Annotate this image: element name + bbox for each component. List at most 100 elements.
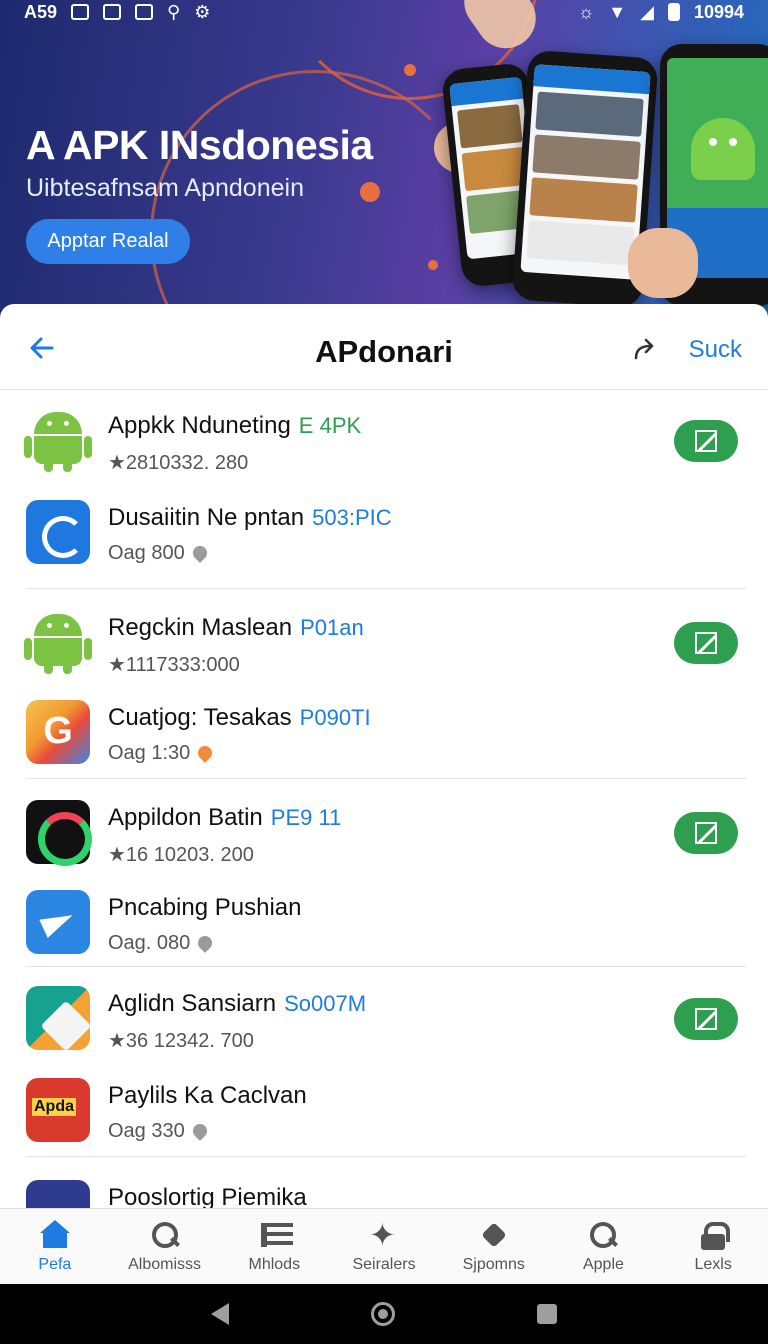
location-pin-icon [189,543,210,563]
list-divider [26,778,746,779]
nav-item-label: Sjpomns [462,1255,525,1273]
hero-title: A APK INsdonesia [26,122,373,168]
system-navigation-bar [0,1284,768,1344]
app-tag: E 4PK [298,413,362,438]
app-meta-text: Oag 800 [108,542,185,564]
app-list-item[interactable]: Appildon Batin PE9 11 ★16 10203. 200 [0,786,768,878]
ring-app-icon [26,800,92,866]
nav-item-search[interactable]: Apple [549,1209,659,1284]
app-meta-text: ★1117333:000 [108,654,240,676]
nav-item-label: Pefa [38,1255,72,1273]
topbar-action-button[interactable]: Suck [689,336,742,364]
decorative-dot [360,182,380,202]
message-icon [103,4,122,20]
hero-subtitle: Uibtesafnsam Apndonein [26,174,304,202]
app-name-text: Pncabing Pushian [108,894,302,921]
hero-banner: A59 ⚲ ⚙ ☼ ▼ ◢ 10994 A APK INsdonesia Uib… [0,0,768,330]
share-icon[interactable] [632,336,658,362]
app-name: Dusaiitin Ne pntan 503:PIC [108,504,392,532]
nav-item-bug[interactable]: Sjpomns [439,1209,549,1284]
app-list-item[interactable]: Cuatjog: Tesakas P090TI Oag 1:30 [0,686,768,778]
app-tag: So007M [284,991,367,1016]
app-list-item[interactable]: Dusaiitin Ne pntan 503:PIC Oag 800 [0,486,768,578]
app-meta-text: ★2810332. 280 [108,452,249,474]
search-icon [588,1220,618,1250]
nav-item-list[interactable]: Mhlods [219,1209,329,1284]
edit-toggle-button[interactable] [674,998,738,1040]
screen-icon [135,4,154,20]
system-recents-icon[interactable] [537,1304,557,1324]
app-list-card: APdonari Suck Appkk Nduneting E 4PK ★28103… [0,304,768,1284]
bug-icon [479,1220,509,1250]
edit-toggle-button[interactable] [674,622,738,664]
app-name-text: Regckin Maslean [108,614,293,641]
system-home-icon[interactable] [371,1302,395,1326]
nav-item-label: Seiralers [352,1255,416,1273]
nav-item-label: Apple [582,1255,624,1273]
edit-icon [695,632,717,654]
app-name-text: Appkk Nduneting [108,412,291,439]
settings-icon: ⚙ [194,1,211,22]
battery-icon [667,3,680,21]
app-name-text: Dusaiitin Ne pntan [108,504,305,531]
status-time: 10994 [693,1,744,22]
android-app-icon [24,610,92,674]
app-meta: ★2810332. 280 [108,450,248,475]
edit-toggle-button[interactable] [674,420,738,462]
app-meta-text: ★16 10203. 200 [108,844,254,866]
app-name: Pncabing Pushian [108,894,301,922]
nav-item-label: Lexls [694,1255,732,1273]
app-tag: 503:PIC [312,505,392,530]
status-text: A59 [24,1,58,22]
nav-item-star[interactable]: Seiralers [329,1209,439,1284]
app-name: Appkk Nduneting E 4PK [108,412,361,440]
app-list-item[interactable]: Regckin Maslean P01an ★1117333:000 [0,596,768,688]
lock-icon [698,1220,731,1250]
app-meta-text: Oag. 080 [108,932,191,954]
android-icon [691,118,755,180]
brightness-icon: ☼ [577,1,595,22]
app-name: Regckin Maslean P01an [108,614,364,642]
android-app-icon [24,408,92,472]
list-icon [259,1220,294,1250]
app-meta: Oag 800 [108,542,210,565]
app-meta-text: Oag 1:30 [108,742,191,764]
nav-item-search[interactable]: Albomisss [110,1209,220,1284]
app-meta: Oag. 080 [108,932,216,955]
plane-app-icon [26,890,90,954]
location-pin-icon [189,1121,210,1141]
app-name: Cuatjog: Tesakas P090TI [108,704,371,732]
system-back-icon[interactable] [211,1303,229,1325]
home-icon [39,1219,70,1250]
location-pin-icon [195,933,216,953]
status-bar: A59 ⚲ ⚙ ☼ ▼ ◢ 10994 [0,0,768,24]
app-tag: PE9 11 [270,805,342,830]
edit-icon [695,822,717,844]
decorative-dot [428,260,438,270]
search-icon [150,1220,180,1250]
app-tag: P090TI [299,705,371,730]
wifi-icon: ▼ [608,1,627,22]
nav-item-lock[interactable]: Lexls [658,1209,768,1284]
blue-sync-app-icon [26,500,90,564]
app-name: Paylils Ka Caclvan [108,1082,307,1110]
app-list-item[interactable]: Paylils Ka Caclvan Oag 330 [0,1064,768,1156]
app-list-item[interactable]: Aglidn Sansiarn So007M ★36 12342. 700 [0,972,768,1064]
app-meta: Oag 330 [108,1120,210,1143]
signal-icon: ◢ [640,1,654,22]
app-name: Appildon Batin PE9 11 [108,804,341,832]
red-app-icon [26,1078,90,1142]
hero-cta-button[interactable]: Apptar Realal [26,219,190,264]
nav-item-label: Albomisss [128,1255,202,1273]
star-icon [369,1216,399,1254]
nav-item-home[interactable]: Pefa [0,1209,110,1284]
app-list-item[interactable]: Appkk Nduneting E 4PK ★2810332. 280 [0,394,768,486]
edit-icon [695,430,717,452]
app-list-item[interactable]: Pncabing Pushian Oag. 080 [0,876,768,968]
edit-toggle-button[interactable] [674,812,738,854]
app-name-text: Cuatjog: Tesakas [108,704,292,731]
app-meta: Oag 1:30 [108,742,216,765]
app-meta: ★16 10203. 200 [108,842,254,867]
app-name-text: Paylils Ka Caclvan [108,1082,307,1109]
location-pin-icon [195,743,216,763]
